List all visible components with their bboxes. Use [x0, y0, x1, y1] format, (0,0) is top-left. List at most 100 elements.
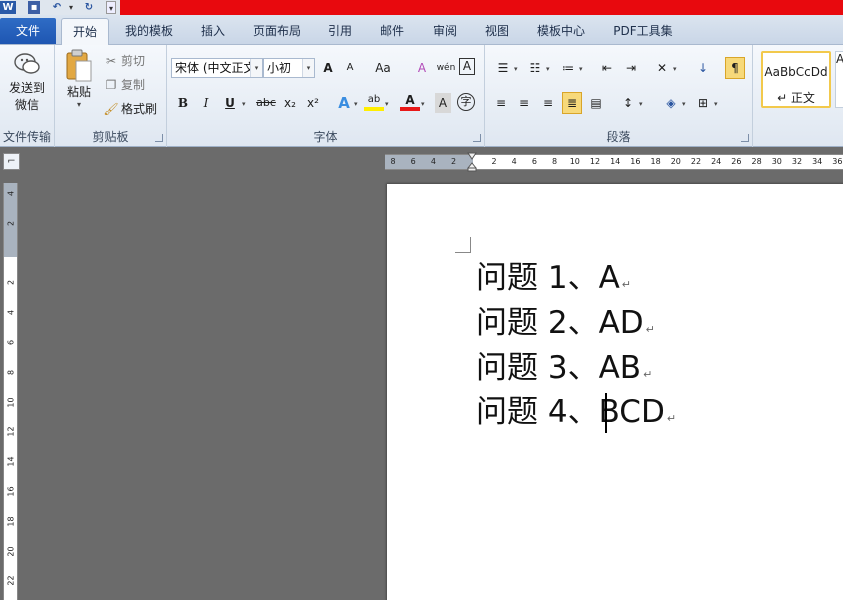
word-logo-icon[interactable]: W — [0, 1, 16, 14]
ruler-tick: 4 — [6, 190, 16, 197]
tab-my-templates[interactable]: 我的模板 — [116, 18, 182, 44]
undo-dropdown-icon[interactable]: ▾ — [67, 1, 75, 14]
line-text: 问题 1、A — [476, 260, 620, 296]
distributed-icon[interactable]: ▤ — [586, 93, 606, 113]
numbering-dropdown-icon[interactable]: ▾ — [546, 65, 550, 73]
ruler-tick: 28 — [751, 157, 762, 166]
document-line-3[interactable]: 问题 3、AB ↵ — [476, 348, 652, 395]
ruler-tick: 4 — [511, 157, 517, 166]
send-to-wechat-button[interactable]: 发送到 微信 — [2, 49, 52, 113]
paragraph-launcher-icon[interactable] — [741, 134, 749, 142]
indent-marker-icon[interactable] — [467, 152, 477, 172]
line-spacing-icon[interactable]: ↕ — [618, 93, 638, 113]
underline-button[interactable]: U — [220, 93, 240, 113]
clear-format-button[interactable]: A — [412, 58, 432, 78]
ruler-tick: 30 — [771, 157, 782, 166]
tab-references[interactable]: 引用 — [320, 18, 360, 44]
shrink-font-button[interactable]: A — [340, 58, 360, 78]
paste-button[interactable]: 粘贴 ▾ — [59, 49, 99, 109]
document-line-4[interactable]: 问题 4、BCD ↵ — [476, 392, 676, 439]
tab-home[interactable]: 开始 — [61, 18, 109, 46]
align-center-icon[interactable]: ≡ — [514, 93, 534, 113]
style-next[interactable]: A — [835, 51, 843, 108]
cut-button[interactable]: ✂ 剪切 — [103, 51, 145, 71]
tab-mailings[interactable]: 邮件 — [372, 18, 412, 44]
borders-icon[interactable]: ⊞ — [693, 93, 713, 113]
vertical-ruler[interactable]: 4 2 2 4 6 8 10 12 14 16 18 20 22 — [3, 183, 18, 600]
group-label-clipboard: 剪贴板 — [92, 130, 129, 144]
enclose-characters-button[interactable]: 字 — [457, 93, 475, 111]
brush-icon: 🖌 — [103, 102, 119, 116]
copy-button[interactable]: ❐ 复制 — [103, 75, 145, 95]
document-line-2[interactable]: 问题 2、AD ↵ — [476, 303, 655, 350]
subscript-button[interactable]: x₂ — [280, 93, 300, 113]
ruler-tick: 22 — [6, 575, 16, 586]
tab-file[interactable]: 文件 — [0, 18, 56, 44]
copy-label: 复制 — [121, 78, 146, 92]
horizontal-ruler[interactable]: 8 6 4 2 2 4 6 8 10 12 14 16 18 20 22 24 26 28 30 32 34 36 — [385, 154, 843, 170]
decrease-indent-icon[interactable]: ⇤ — [597, 58, 617, 78]
increase-indent-icon[interactable]: ⇥ — [621, 58, 641, 78]
justify-icon[interactable]: ≣ — [562, 92, 582, 114]
paste-dropdown-icon[interactable]: ▾ — [59, 100, 99, 109]
multilevel-dropdown-icon[interactable]: ▾ — [579, 65, 583, 73]
line-text: 问题 4、BCD — [476, 394, 665, 430]
bullets-dropdown-icon[interactable]: ▾ — [514, 65, 518, 73]
font-color-dropdown-icon[interactable]: ▾ — [421, 100, 425, 108]
shading-icon[interactable]: ◈ — [661, 93, 681, 113]
format-painter-button[interactable]: 🖌 格式刷 — [103, 99, 157, 119]
phonetic-guide-button[interactable]: wén — [435, 58, 457, 78]
font-color-button[interactable]: A — [400, 93, 420, 111]
chinese-layout-dropdown-icon[interactable]: ▾ — [673, 65, 677, 73]
tab-page-layout[interactable]: 页面布局 — [245, 18, 309, 44]
send-label-line1: 发送到 — [8, 81, 45, 95]
line-text: 问题 3、AB — [476, 350, 642, 386]
undo-icon[interactable]: ↶ — [50, 1, 64, 14]
scissors-icon: ✂ — [105, 54, 117, 68]
numbering-icon[interactable]: ☷ — [525, 58, 545, 78]
highlight-dropdown-icon[interactable]: ▾ — [385, 100, 389, 108]
italic-button[interactable]: I — [196, 93, 216, 113]
strikethrough-button[interactable]: abc — [253, 93, 279, 113]
style-normal[interactable]: AaBbCcDd ↵ 正文 — [761, 51, 831, 108]
save-icon[interactable]: ▪ — [28, 1, 40, 14]
tab-review[interactable]: 审阅 — [425, 18, 465, 44]
line-spacing-dropdown-icon[interactable]: ▾ — [639, 100, 643, 108]
underline-dropdown-icon[interactable]: ▾ — [242, 100, 246, 108]
text-effects-dropdown-icon[interactable]: ▾ — [354, 100, 358, 108]
borders-dropdown-icon[interactable]: ▾ — [714, 100, 718, 108]
text-effects-button[interactable]: A — [334, 93, 354, 113]
bold-button[interactable]: B — [173, 93, 193, 113]
cut-label: 剪切 — [121, 54, 146, 68]
tab-selector-icon[interactable]: ⌐ — [3, 153, 20, 170]
align-right-icon[interactable]: ≡ — [538, 93, 558, 113]
tab-pdf-tools[interactable]: PDF工具集 — [605, 18, 681, 44]
redo-icon[interactable]: ↻ — [82, 1, 96, 14]
ruler-tick: 6 — [6, 339, 16, 346]
group-file-transfer: 发送到 微信 文件传输 — [0, 45, 55, 147]
multilevel-list-icon[interactable]: ≔ — [558, 58, 578, 78]
tab-template-center[interactable]: 模板中心 — [528, 18, 594, 44]
clipboard-launcher-icon[interactable] — [155, 134, 163, 142]
character-shading-button[interactable]: A — [435, 93, 451, 113]
sort-icon[interactable]: ↓ — [693, 58, 713, 78]
ruler-tick: 12 — [589, 157, 601, 166]
highlight-button[interactable]: ab — [364, 93, 384, 111]
font-size-combo[interactable]: 小初 ▾ — [263, 58, 315, 78]
font-launcher-icon[interactable] — [473, 134, 481, 142]
bullets-icon[interactable]: ☰ — [493, 58, 513, 78]
character-border-button[interactable]: A — [459, 58, 475, 75]
show-marks-icon[interactable]: ¶ — [725, 57, 745, 79]
chinese-layout-icon[interactable]: ✕ — [652, 58, 672, 78]
document-line-1[interactable]: 问题 1、A ↵ — [476, 258, 631, 305]
ruler-tick: 4 — [6, 310, 16, 316]
grow-font-button[interactable]: A — [318, 58, 338, 78]
change-case-button[interactable]: Aa — [371, 58, 395, 78]
shading-dropdown-icon[interactable]: ▾ — [682, 100, 686, 108]
tab-insert[interactable]: 插入 — [193, 18, 233, 44]
font-name-combo[interactable]: 宋体 (中文正文) ▾ — [171, 58, 263, 78]
customize-quick-access-icon[interactable]: ▾ — [106, 1, 116, 14]
align-left-icon[interactable]: ≡ — [491, 93, 511, 113]
superscript-button[interactable]: x² — [303, 93, 323, 113]
tab-view[interactable]: 视图 — [477, 18, 517, 44]
